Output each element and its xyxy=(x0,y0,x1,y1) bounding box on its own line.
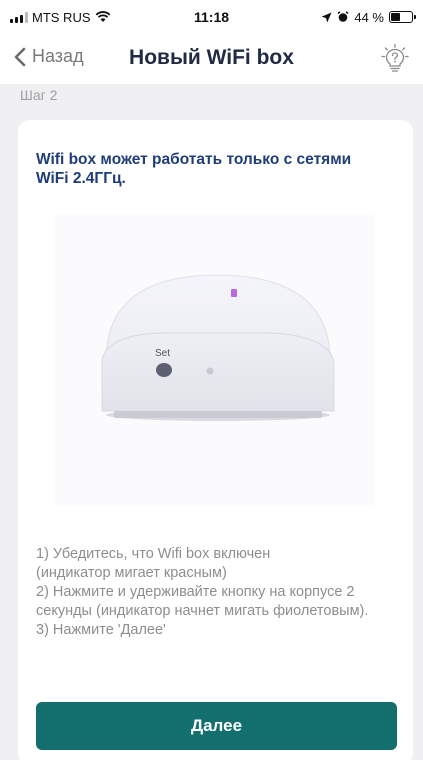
status-left: MTS RUS xyxy=(10,10,111,25)
instruction-card: Wifi box может работать только с сетями … xyxy=(18,120,413,760)
battery-icon xyxy=(389,11,416,23)
card-heading: Wifi box может работать только с сетями … xyxy=(36,151,352,187)
carrier-name: MTS RUS xyxy=(32,9,91,25)
status-bar: MTS RUS 11:18 44 % xyxy=(0,0,423,34)
battery-percent: 44 % xyxy=(354,9,384,25)
navigation-bar: Новый WiFi box Назад xyxy=(0,34,423,84)
lightbulb-question-icon[interactable] xyxy=(381,43,409,73)
battery-fill xyxy=(391,13,400,21)
chevron-left-icon xyxy=(14,47,26,66)
back-button-label: Назад xyxy=(32,46,84,66)
alarm-icon xyxy=(337,11,349,22)
instruction-step-3: 3) Нажмите 'Далее' xyxy=(36,622,166,638)
instruction-step-1: 1) Убедитесь, что Wifi box включен (инди… xyxy=(36,546,271,581)
clock: 11:18 xyxy=(193,9,230,25)
next-button[interactable]: Далее xyxy=(36,702,397,750)
location-arrow-icon xyxy=(321,12,332,22)
back-button[interactable]: Назад xyxy=(14,46,84,67)
signal-icon xyxy=(10,11,28,23)
set-button-label: Set xyxy=(155,348,171,359)
instruction-step-2: 2) Нажмите и удерживайте кнопку на корпу… xyxy=(36,584,369,619)
status-right: 44 % xyxy=(321,9,416,25)
instructions-list: 1) Убедитесь, что Wifi box включен (инди… xyxy=(36,545,406,640)
device-illustration: Set xyxy=(54,215,374,505)
wifi-icon xyxy=(95,11,110,22)
step-label: Шаг 2 xyxy=(20,87,58,103)
status-indicator-light xyxy=(231,289,237,297)
